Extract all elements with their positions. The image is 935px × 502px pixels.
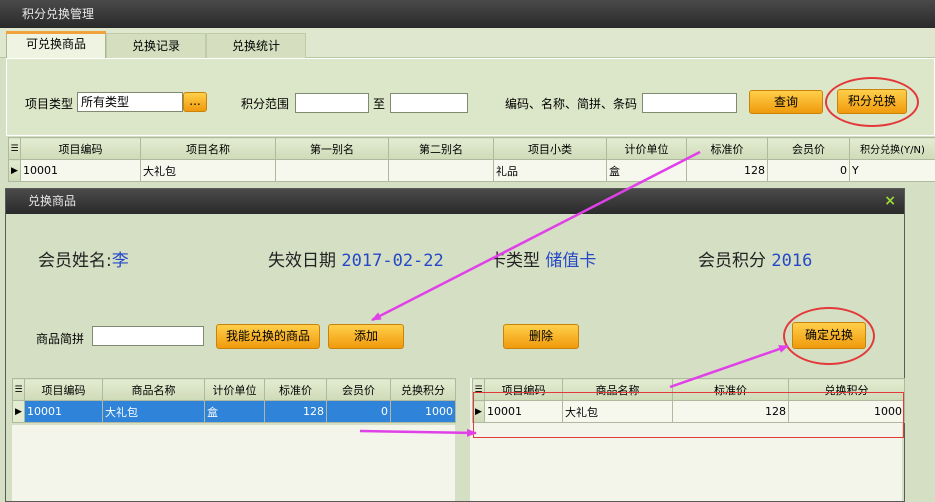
column-header[interactable]: 商品名称: [102, 378, 205, 401]
cell-points[interactable]: 1000: [390, 400, 456, 423]
column-header[interactable]: 第二别名: [388, 137, 494, 160]
tab-bar: 可兑换商品 兑换记录 兑换统计: [0, 28, 935, 59]
column-header[interactable]: 计价单位: [606, 137, 687, 160]
cell-exchange-flag[interactable]: Y: [849, 159, 935, 182]
column-header[interactable]: 项目小类: [493, 137, 607, 160]
close-icon[interactable]: ×: [884, 189, 896, 214]
points-label: 会员积分: [698, 251, 766, 271]
table-header: ☰ 项目编码 项目名称 第一别名 第二别名 项目小类 计价单位 标准价 会员价 …: [8, 137, 935, 160]
range-to-label: 至: [373, 97, 386, 111]
cell-code[interactable]: 10001: [24, 400, 103, 423]
dialog-title: 兑换商品: [6, 189, 904, 214]
window-title: 积分兑换管理: [0, 0, 935, 28]
tab-exchangeable-items[interactable]: 可兑换商品: [6, 31, 106, 59]
type-label: 项目类型: [25, 97, 74, 111]
annotation-circle: [825, 77, 919, 127]
points-value: 2016: [771, 251, 813, 271]
cell-std-price[interactable]: 128: [686, 159, 768, 182]
cell-unit[interactable]: 盒: [606, 159, 687, 182]
annotation-box: [473, 392, 904, 438]
column-header[interactable]: 项目编码: [20, 137, 141, 160]
pinyin-input[interactable]: [92, 326, 204, 346]
cell-alias2[interactable]: [388, 159, 494, 182]
exchange-dialog: 兑换商品 × 会员姓名:李 失效日期 2017-02-22 卡类型 储值卡 会员…: [5, 188, 905, 502]
table-row[interactable]: ▶ 10001 大礼包 礼品 盒 128 0 Y: [8, 159, 935, 182]
my-items-button[interactable]: 我能兑换的商品: [216, 324, 320, 349]
type-picker-button[interactable]: ...: [183, 92, 207, 112]
cell-name[interactable]: 大礼包: [102, 400, 205, 423]
main-items-table: ☰ 项目编码 项目名称 第一别名 第二别名 项目小类 计价单位 标准价 会员价 …: [8, 137, 935, 182]
column-header[interactable]: 第一别名: [275, 137, 389, 160]
available-items-blank: [12, 425, 455, 501]
cell-member-price[interactable]: 0: [326, 400, 391, 423]
cell-member-price[interactable]: 0: [767, 159, 850, 182]
column-header[interactable]: 计价单位: [204, 378, 265, 401]
add-button[interactable]: 添加: [328, 324, 404, 349]
row-pointer-icon: ▶: [8, 159, 21, 182]
card-type-value: 储值卡: [545, 251, 597, 271]
tab-exchange-records[interactable]: 兑换记录: [106, 33, 206, 58]
points-field: 会员积分 2016: [698, 246, 812, 271]
column-header[interactable]: 标准价: [264, 378, 327, 401]
table-header: ☰ 项目编码 商品名称 计价单位 标准价 会员价 兑换积分: [12, 378, 456, 401]
search-label: 编码、名称、简拼、条码: [505, 97, 638, 111]
row-gutter: ☰: [12, 378, 25, 401]
member-name-field: 会员姓名:李: [38, 246, 129, 271]
expire-label: 失效日期: [268, 251, 336, 271]
filter-panel: 项目类型 所有类型 ... 积分范围 至 编码、名称、简拼、条码 查询 积分兑换: [6, 58, 935, 136]
expire-field: 失效日期 2017-02-22: [268, 246, 444, 271]
cell-alias1[interactable]: [275, 159, 389, 182]
cell-std-price[interactable]: 128: [264, 400, 327, 423]
query-button[interactable]: 查询: [749, 90, 823, 114]
type-select[interactable]: 所有类型: [77, 92, 183, 112]
column-header[interactable]: 项目名称: [140, 137, 276, 160]
column-header[interactable]: 积分兑换(Y/N): [849, 137, 935, 160]
range-max-input[interactable]: [390, 93, 468, 113]
tab-exchange-stats[interactable]: 兑换统计: [206, 33, 306, 58]
range-label: 积分范围: [241, 97, 290, 111]
member-name-label: 会员姓名:: [38, 251, 112, 271]
column-header[interactable]: 标准价: [686, 137, 768, 160]
cell-subcategory[interactable]: 礼品: [493, 159, 607, 182]
table-row[interactable]: ▶ 10001 大礼包 盒 128 0 1000: [12, 400, 456, 423]
row-gutter: ☰: [8, 137, 21, 160]
available-items-table: ☰ 项目编码 商品名称 计价单位 标准价 会员价 兑换积分 ▶ 10001 大礼…: [12, 378, 456, 423]
column-header[interactable]: 会员价: [326, 378, 391, 401]
cell-code[interactable]: 10001: [20, 159, 141, 182]
column-header[interactable]: 项目编码: [24, 378, 103, 401]
card-type-field: 卡类型 储值卡: [489, 246, 596, 271]
pinyin-label: 商品简拼: [36, 332, 85, 346]
expire-value: 2017-02-22: [341, 251, 444, 271]
cell-name[interactable]: 大礼包: [140, 159, 276, 182]
cell-unit[interactable]: 盒: [204, 400, 265, 423]
row-pointer-icon: ▶: [12, 400, 25, 423]
card-type-label: 卡类型: [489, 251, 540, 271]
annotation-circle: [783, 307, 875, 365]
range-min-input[interactable]: [295, 93, 369, 113]
search-input[interactable]: [642, 93, 737, 113]
column-header[interactable]: 会员价: [767, 137, 850, 160]
delete-button[interactable]: 删除: [503, 324, 579, 349]
column-header[interactable]: 兑换积分: [390, 378, 456, 401]
member-name-value: 李: [111, 251, 129, 271]
